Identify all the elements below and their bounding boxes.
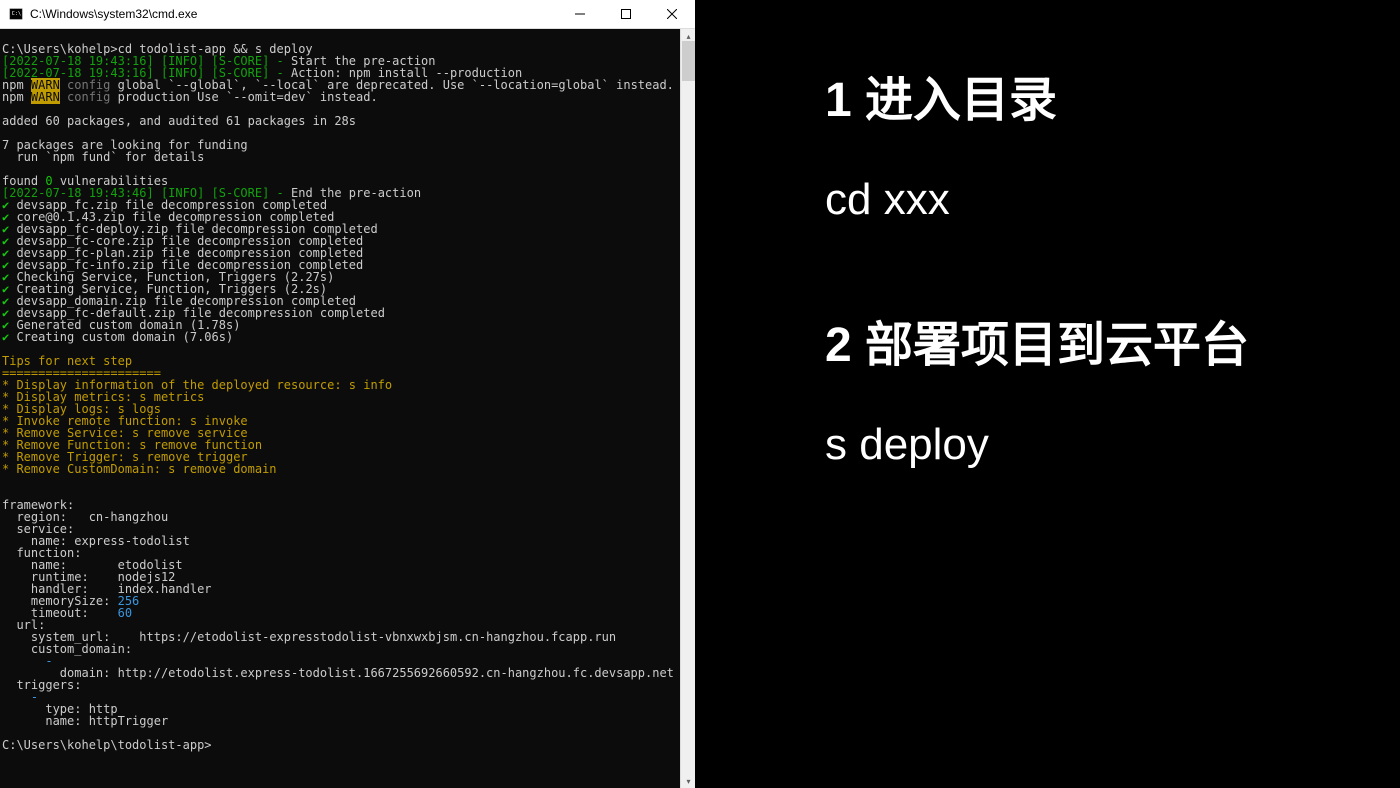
timeout-value: 60 bbox=[118, 606, 132, 620]
maximize-button[interactable] bbox=[603, 0, 649, 28]
check-text: Creating custom domain (7.06s) bbox=[9, 330, 233, 344]
yaml-line: region: cn-hangzhou bbox=[2, 511, 693, 523]
custom-domain-url: http://etodolist.express-todolist.166725… bbox=[118, 666, 674, 680]
yaml-line: name: httpTrigger bbox=[2, 715, 693, 727]
npm-warn-line: npm WARN config production Use `--omit=d… bbox=[2, 91, 693, 103]
yaml-line: name: express-todolist bbox=[2, 535, 693, 547]
yaml-line: domain: http://etodolist.express-todolis… bbox=[2, 667, 693, 679]
step1-title: 1 进入目录 bbox=[825, 60, 1360, 130]
yaml-key: triggers: bbox=[2, 679, 693, 691]
cmd-window: C:\ C:\Windows\system32\cmd.exe C:\Users… bbox=[0, 0, 695, 788]
terminal-output[interactable]: C:\Users\kohelp>cd todolist-app && s dep… bbox=[0, 29, 695, 788]
npm-funding-hint: run `npm fund` for details bbox=[2, 151, 693, 163]
spacer bbox=[2, 487, 693, 499]
trigger-name: httpTrigger bbox=[89, 714, 168, 728]
system-url: https://etodolist-expresstodolist-vbnxwx… bbox=[139, 630, 616, 644]
scrollbar-thumb[interactable] bbox=[682, 41, 695, 81]
close-button[interactable] bbox=[649, 0, 695, 28]
region-value: cn-hangzhou bbox=[89, 510, 168, 524]
warn-badge: WARN bbox=[31, 90, 60, 104]
spacer bbox=[2, 475, 693, 487]
minimize-button[interactable] bbox=[557, 0, 603, 28]
step2-command: s deploy bbox=[825, 420, 1360, 470]
svg-text:C:\: C:\ bbox=[12, 11, 21, 17]
scroll-down-icon[interactable]: ▾ bbox=[681, 774, 696, 788]
instructions-panel: 1 进入目录 cd xxx 2 部署项目到云平台 s deploy bbox=[695, 0, 1400, 788]
check-line: ✔ Creating custom domain (7.06s) bbox=[2, 331, 693, 343]
step2-title: 2 部署项目到云平台 bbox=[825, 305, 1360, 375]
step1-command: cd xxx bbox=[825, 175, 1360, 225]
window-titlebar: C:\ C:\Windows\system32\cmd.exe bbox=[0, 0, 695, 29]
yaml-key: custom_domain: bbox=[2, 643, 693, 655]
cmd-icon: C:\ bbox=[8, 6, 24, 22]
prompt-line: C:\Users\kohelp\todolist-app> bbox=[2, 739, 693, 751]
service-name: express-todolist bbox=[74, 534, 190, 548]
titlebar-left: C:\ C:\Windows\system32\cmd.exe bbox=[8, 6, 197, 22]
tip-line: * Remove CustomDomain: s remove domain bbox=[2, 463, 693, 475]
yaml-line: timeout: 60 bbox=[2, 607, 693, 619]
window-controls bbox=[557, 0, 695, 28]
npm-added: added 60 packages, and audited 61 packag… bbox=[2, 115, 693, 127]
scrollbar[interactable]: ▴ ▾ bbox=[680, 29, 695, 788]
warn-text: production Use `--omit=dev` instead. bbox=[110, 90, 377, 104]
window-title: C:\Windows\system32\cmd.exe bbox=[30, 7, 197, 21]
